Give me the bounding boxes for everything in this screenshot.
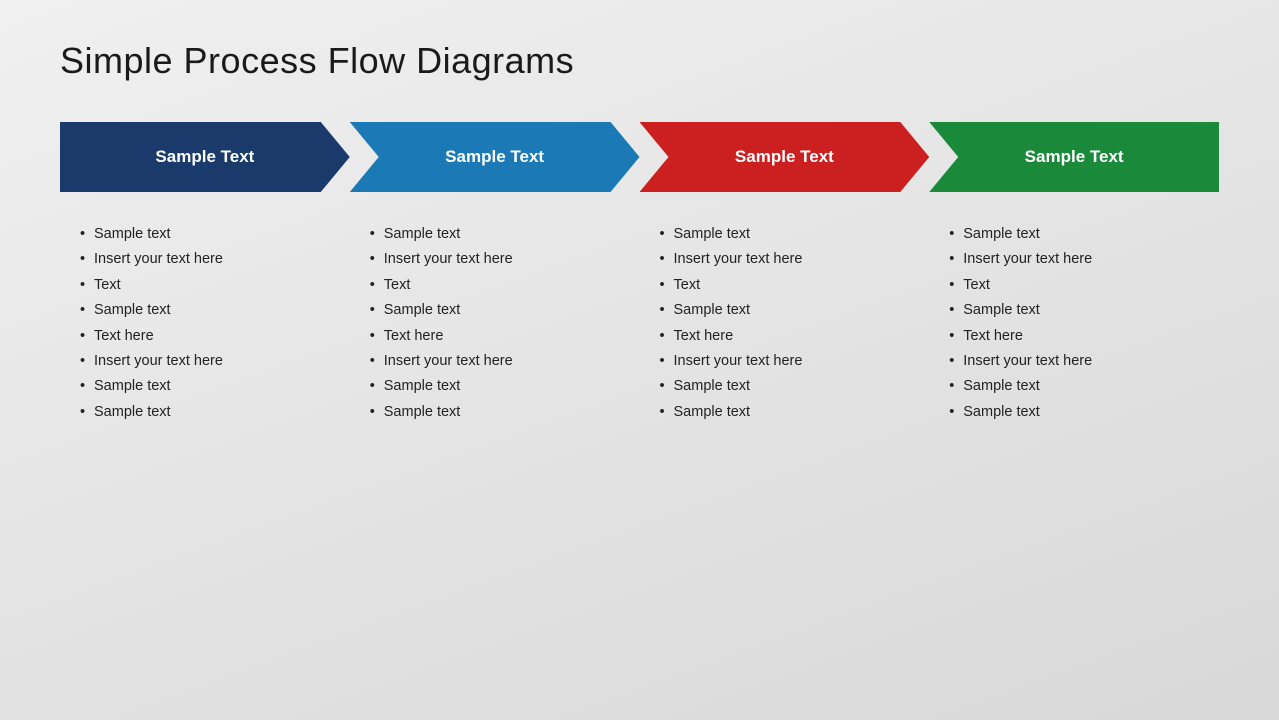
- list-item: Text: [80, 273, 340, 298]
- list-item: Text: [370, 273, 630, 298]
- list-item: Sample text: [949, 400, 1209, 425]
- list-item: Sample text: [660, 374, 920, 399]
- list-item: Text: [949, 273, 1209, 298]
- list-item: Sample text: [660, 400, 920, 425]
- list-item: Sample text: [370, 374, 630, 399]
- list-item: Sample text: [660, 298, 920, 323]
- list-item: Text here: [949, 324, 1209, 349]
- arrow-container-1: Sample Text: [60, 122, 350, 192]
- bullet-list-3: Sample textInsert your text hereTextSamp…: [660, 222, 920, 425]
- list-item: Sample text: [660, 222, 920, 247]
- list-item: Text here: [660, 324, 920, 349]
- content-col-4: Sample textInsert your text hereTextSamp…: [929, 222, 1219, 680]
- list-item: Insert your text here: [660, 349, 920, 374]
- list-item: Insert your text here: [80, 247, 340, 272]
- list-item: Sample text: [370, 298, 630, 323]
- bullet-list-1: Sample textInsert your text hereTextSamp…: [80, 222, 340, 425]
- content-col-3: Sample textInsert your text hereTextSamp…: [640, 222, 930, 680]
- list-item: Insert your text here: [949, 349, 1209, 374]
- content-col-2: Sample textInsert your text hereTextSamp…: [350, 222, 640, 680]
- list-item: Sample text: [370, 222, 630, 247]
- arrow-container-2: Sample Text: [350, 122, 640, 192]
- list-item: Insert your text here: [80, 349, 340, 374]
- arrow-row: Sample TextSample TextSample TextSample …: [60, 122, 1219, 192]
- arrow-container-3: Sample Text: [640, 122, 930, 192]
- slide-title: Simple Process Flow Diagrams: [60, 40, 1219, 82]
- arrow-shape-2[interactable]: Sample Text: [350, 122, 640, 192]
- list-item: Sample text: [949, 298, 1209, 323]
- arrow-shape-4[interactable]: Sample Text: [929, 122, 1219, 192]
- list-item: Insert your text here: [660, 247, 920, 272]
- content-row: Sample textInsert your text hereTextSamp…: [60, 222, 1219, 680]
- list-item: Sample text: [949, 222, 1209, 247]
- arrow-shape-1[interactable]: Sample Text: [60, 122, 350, 192]
- list-item: Sample text: [949, 374, 1209, 399]
- list-item: Sample text: [80, 298, 340, 323]
- list-item: Text here: [370, 324, 630, 349]
- list-item: Text: [660, 273, 920, 298]
- list-item: Sample text: [370, 400, 630, 425]
- bullet-list-4: Sample textInsert your text hereTextSamp…: [949, 222, 1209, 425]
- list-item: Sample text: [80, 374, 340, 399]
- list-item: Insert your text here: [370, 349, 630, 374]
- arrow-shape-3[interactable]: Sample Text: [640, 122, 930, 192]
- list-item: Sample text: [80, 222, 340, 247]
- list-item: Text here: [80, 324, 340, 349]
- slide: Simple Process Flow Diagrams Sample Text…: [0, 0, 1279, 720]
- list-item: Sample text: [80, 400, 340, 425]
- list-item: Insert your text here: [370, 247, 630, 272]
- bullet-list-2: Sample textInsert your text hereTextSamp…: [370, 222, 630, 425]
- arrow-container-4: Sample Text: [929, 122, 1219, 192]
- list-item: Insert your text here: [949, 247, 1209, 272]
- content-col-1: Sample textInsert your text hereTextSamp…: [60, 222, 350, 680]
